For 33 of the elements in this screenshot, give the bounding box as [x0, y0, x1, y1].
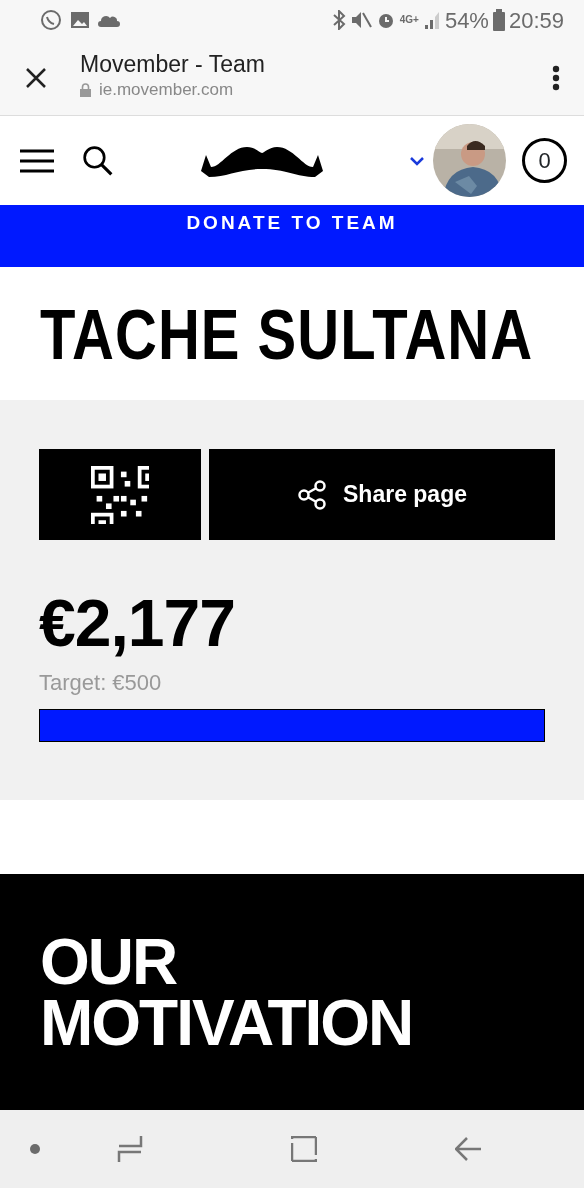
recent-apps-icon[interactable]: [117, 1135, 143, 1163]
qr-code-icon: [91, 465, 149, 524]
cloud-icon: [98, 13, 120, 27]
signal-icon: [422, 11, 441, 29]
bluetooth-icon: [331, 10, 346, 30]
lock-icon: [80, 83, 91, 98]
share-icon: [297, 479, 327, 510]
image-icon: [70, 10, 90, 30]
section-heading: OUR: [40, 932, 178, 993]
battery-icon: [492, 9, 505, 31]
chat-icon: [40, 9, 62, 31]
battery-level: 54%: [444, 6, 489, 35]
more-icon[interactable]: [552, 64, 560, 91]
mustache-logo[interactable]: [200, 144, 323, 177]
share-button[interactable]: Share page: [209, 449, 555, 540]
url-text: ie.movember.com: [99, 79, 234, 102]
back-icon[interactable]: [455, 1136, 481, 1162]
raised-amount: €2,177: [39, 590, 236, 656]
target-text: Target: €500: [39, 669, 163, 697]
donate-button[interactable]: DONATE TO TEAM: [186, 205, 398, 238]
home-icon[interactable]: [291, 1136, 317, 1162]
clock-time: 20:59: [508, 6, 564, 35]
network-label: 4G+: [399, 15, 419, 25]
dot-icon[interactable]: [30, 1144, 40, 1154]
menu-icon[interactable]: [20, 148, 54, 173]
chevron-icon[interactable]: [409, 155, 425, 166]
qr-code-button[interactable]: [39, 449, 201, 540]
page-title: Movember - Team: [80, 52, 265, 78]
team-name: TACHE SULTANA: [39, 294, 535, 376]
mute-icon: [349, 10, 372, 30]
section-heading: MOTIVATION: [40, 992, 414, 1054]
close-icon[interactable]: [24, 65, 48, 90]
cart-count[interactable]: 0: [522, 138, 567, 183]
